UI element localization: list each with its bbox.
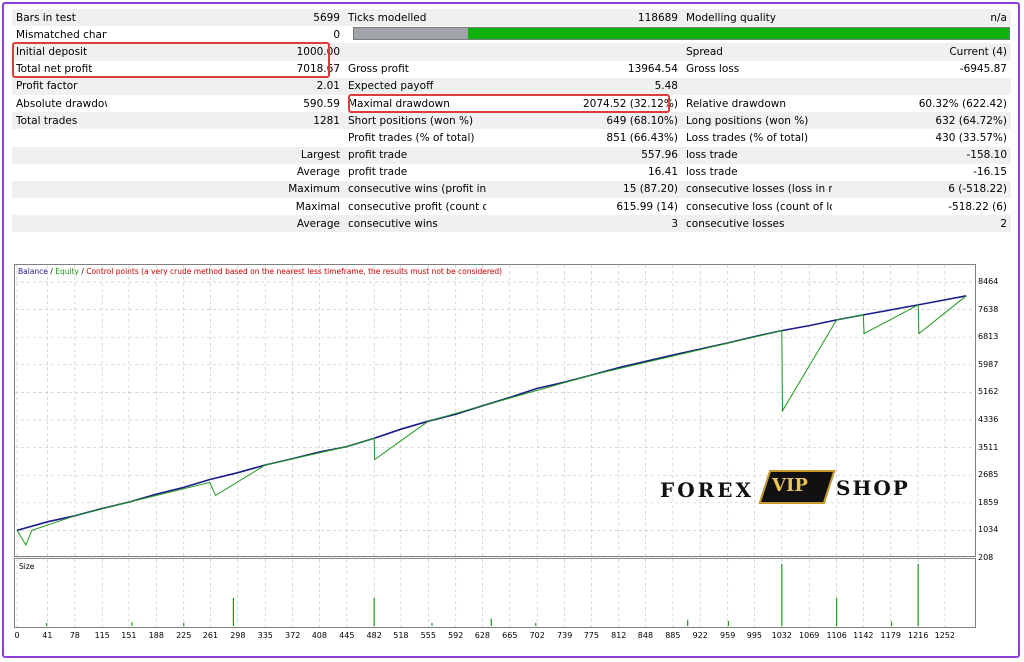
x-tick-label: 372 — [285, 631, 301, 640]
x-tick-label: 1106 — [826, 631, 847, 640]
y-tick-label: 2685 — [978, 470, 999, 480]
y-tick-label: 6813 — [978, 332, 999, 342]
x-tick-label: 225 — [176, 631, 192, 640]
x-tick-label: 848 — [637, 631, 654, 640]
x-tick-label: 592 — [448, 631, 464, 640]
x-tick-label: 922 — [692, 631, 708, 640]
x-tick-label: 188 — [148, 631, 164, 640]
x-tick-label: 482 — [366, 631, 382, 640]
y-tick-label: 4336 — [978, 415, 999, 424]
x-tick-label: 812 — [611, 631, 627, 640]
x-tick-label: 445 — [339, 631, 355, 640]
legend-equity: Equity — [55, 267, 79, 276]
legend-balance: Balance — [18, 267, 48, 276]
x-tick-label: 1216 — [907, 631, 929, 640]
x-tick-label: 115 — [94, 631, 110, 640]
x-tick-label: 1252 — [934, 631, 956, 640]
x-tick-label: 555 — [420, 631, 436, 640]
x-tick-label: 1032 — [771, 631, 792, 640]
x-tick-label: 959 — [720, 631, 736, 640]
x-tick-label: 885 — [665, 631, 681, 640]
y-tick-label: 5162 — [978, 387, 999, 397]
y-tick-label: 1034 — [978, 525, 999, 535]
forex-vip-shop-logo: FOREX VIP SHOP — [660, 458, 910, 518]
x-tick-label: 665 — [502, 631, 518, 640]
y-tick-label: 8464 — [978, 277, 999, 286]
x-tick-label: 151 — [121, 631, 137, 640]
x-tick-label: 739 — [557, 631, 573, 640]
x-tick-label: 995 — [746, 631, 763, 640]
x-tick-label: 261 — [202, 631, 219, 640]
y-tick-label: 208 — [978, 553, 994, 562]
x-tick-label: 702 — [529, 631, 545, 640]
volume-label: Size — [19, 562, 35, 571]
y-tick-label: 7638 — [978, 304, 999, 314]
y-tick-label: 3511 — [978, 442, 999, 452]
logo-forex-text: FOREX — [660, 478, 755, 502]
x-tick-label: 408 — [311, 631, 327, 640]
y-tick-label: 1859 — [978, 497, 999, 507]
x-tick-label: 518 — [393, 631, 409, 640]
logo-shop-text: SHOP — [836, 476, 910, 500]
x-tick-label: 41 — [42, 631, 53, 640]
legend-control-points: Control points (a very crude method base… — [86, 267, 503, 276]
x-tick-label: 1142 — [853, 631, 874, 640]
x-tick-label: 298 — [230, 631, 246, 640]
x-tick-label: 628 — [474, 631, 491, 640]
x-tick-label: 0 — [14, 631, 20, 640]
x-tick-label: 78 — [69, 631, 80, 640]
x-tick-label: 1069 — [799, 631, 820, 640]
y-tick-label: 5987 — [978, 359, 999, 369]
x-tick-label: 1179 — [880, 631, 901, 640]
chart-svg — [15, 265, 975, 627]
x-tick-label: 775 — [583, 631, 599, 640]
x-tick-label: 335 — [257, 631, 273, 640]
chart-legend: Balance / Equity / Control points (a ver… — [18, 267, 502, 276]
logo-vip-text: VIP — [772, 475, 808, 496]
